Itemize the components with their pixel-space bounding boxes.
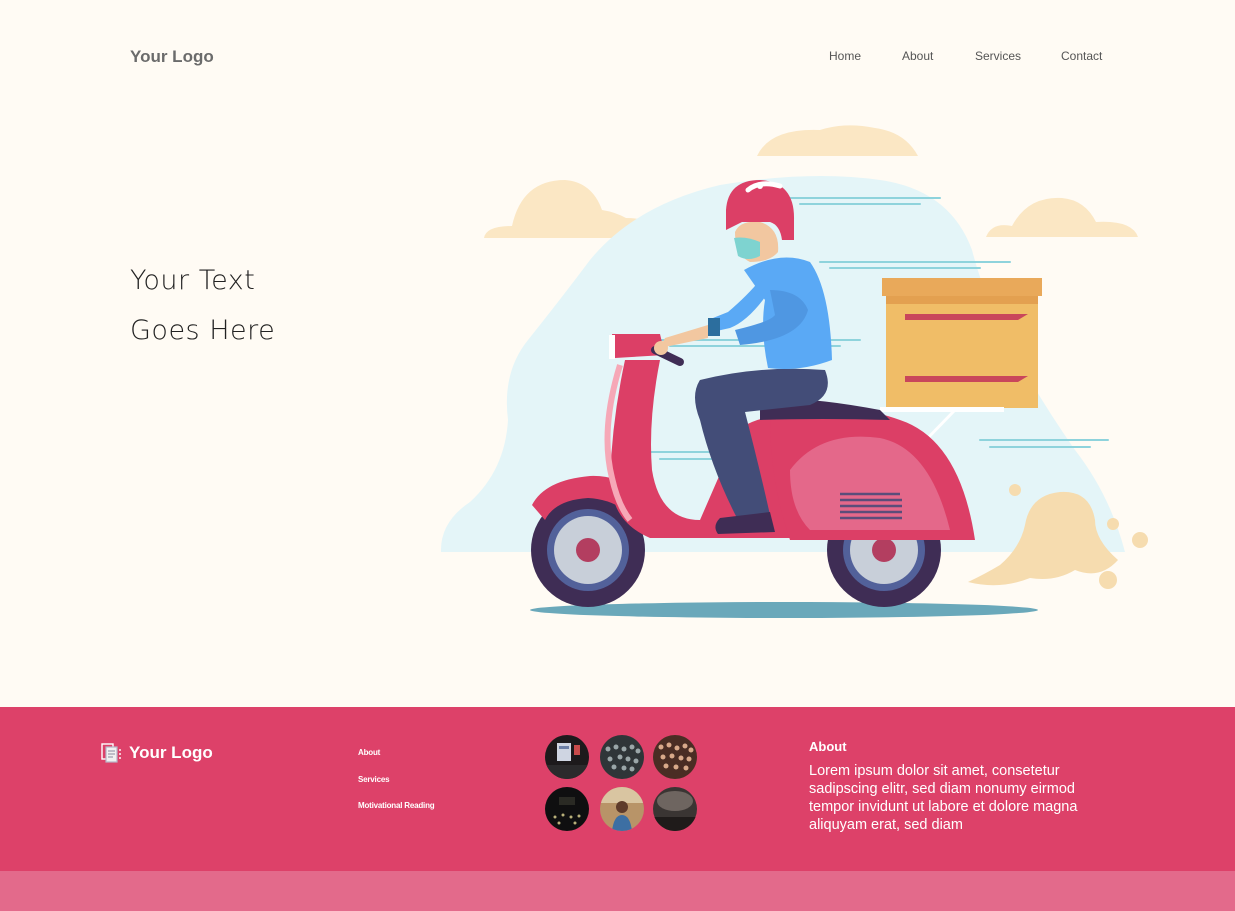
gallery-thumbnail-2[interactable]	[600, 735, 644, 779]
nav-contact[interactable]: Contact	[1061, 49, 1102, 63]
footer-logo[interactable]: Your Logo	[101, 743, 213, 763]
document-icon	[101, 743, 121, 763]
gallery-thumbnail-5[interactable]	[600, 787, 644, 831]
nav-home[interactable]: Home	[829, 49, 861, 63]
nav-about[interactable]: About	[902, 49, 933, 63]
ground-shadow	[530, 602, 1038, 618]
footer-about-text: Lorem ipsum dolor sit amet, consetetur s…	[809, 763, 1078, 833]
footer-about-title: About	[809, 739, 847, 754]
footer-logo-text: Your Logo	[129, 743, 213, 762]
gallery-thumbnail-6[interactable]	[653, 787, 697, 831]
footer-bottom-bar	[0, 871, 1235, 911]
footer-link-about[interactable]: About	[358, 748, 380, 757]
footer-link-services[interactable]: Services	[358, 775, 390, 784]
nav-services[interactable]: Services	[975, 49, 1021, 63]
footer-link-motivational-reading[interactable]: Motivational Reading	[358, 801, 435, 810]
gallery-thumbnail-4[interactable]	[545, 787, 589, 831]
site-logo[interactable]: Your Logo	[130, 47, 214, 67]
hero-heading-line-1: Your Text	[130, 265, 256, 296]
gallery-thumbnail-1[interactable]	[545, 735, 589, 779]
delivery-scooter-illustration	[440, 125, 1148, 618]
gallery-thumbnail-3[interactable]	[653, 735, 697, 779]
hero-heading-line-2: Goes Here	[130, 315, 276, 346]
